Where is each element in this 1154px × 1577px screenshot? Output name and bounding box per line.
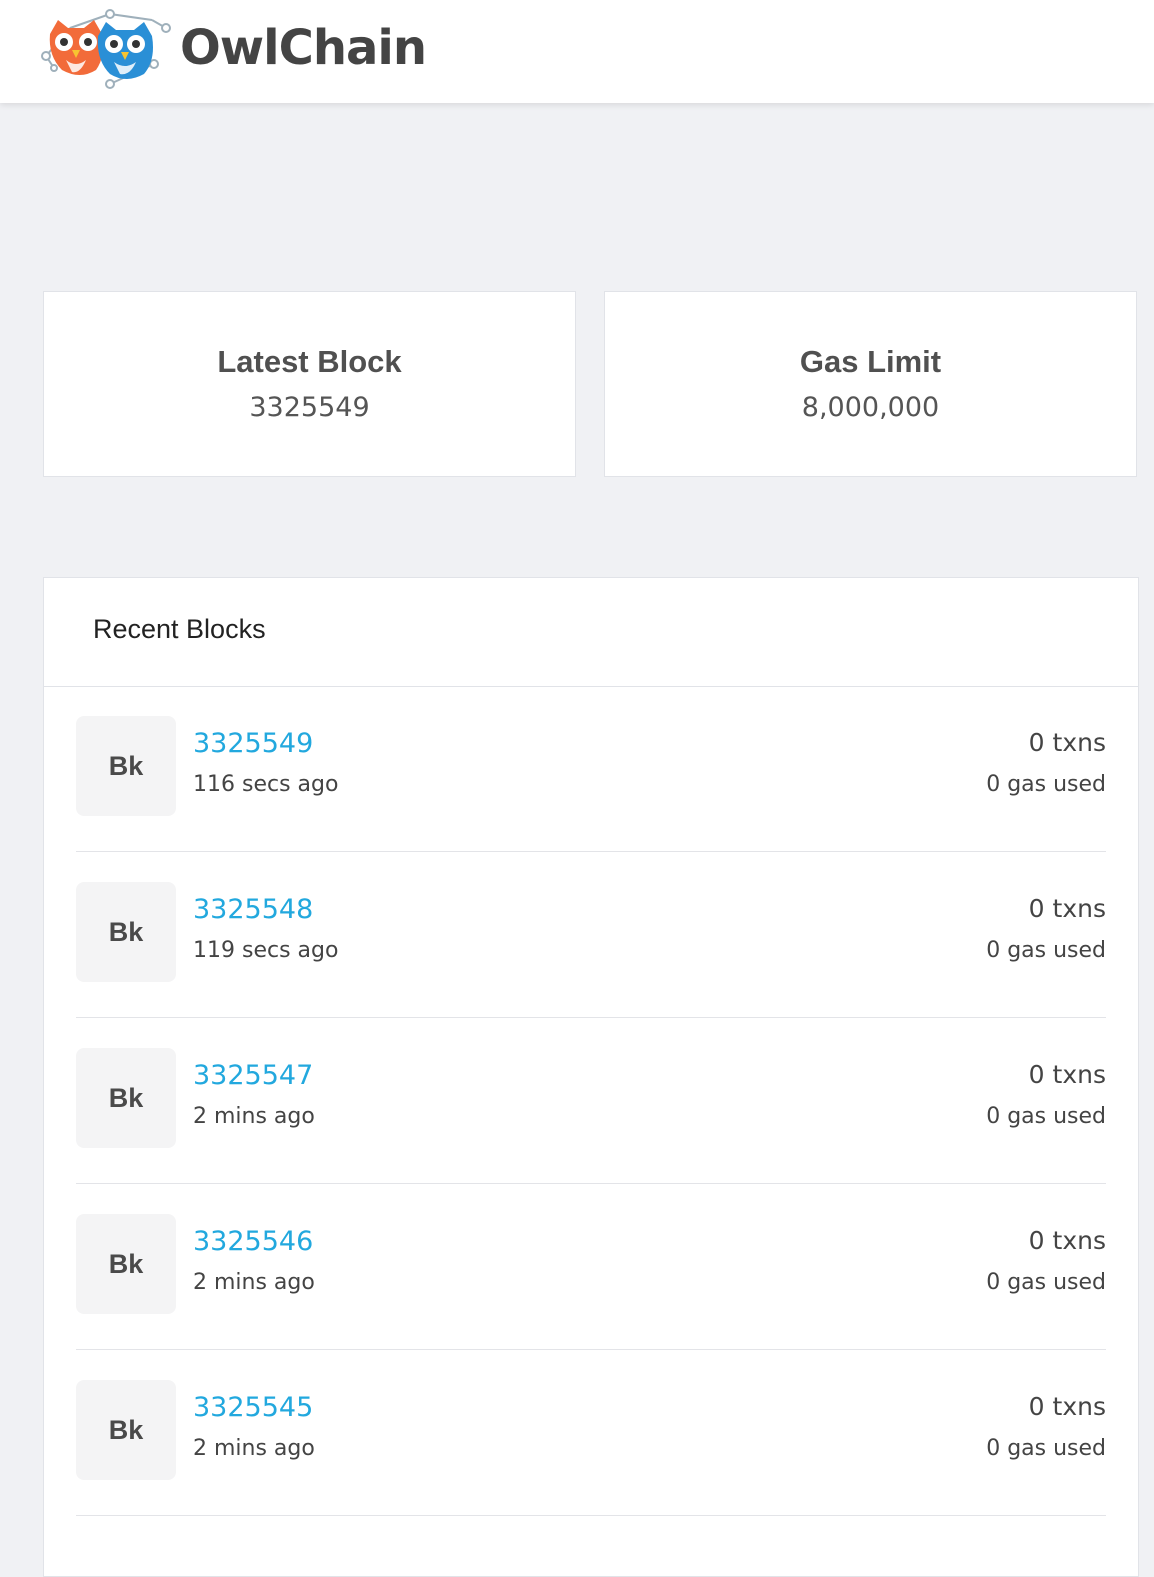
block-txn-count: 0 txns	[1028, 1392, 1106, 1421]
block-txn-count: 0 txns	[1028, 728, 1106, 757]
gas-limit-card: Gas Limit 8,000,000	[604, 291, 1137, 477]
block-age: 119 secs ago	[193, 938, 339, 963]
latest-block-card: Latest Block 3325549	[43, 291, 576, 477]
recent-blocks-title: Recent Blocks	[93, 614, 266, 644]
top-header: OwlChain	[0, 0, 1154, 103]
block-age: 116 secs ago	[193, 772, 339, 797]
block-row: Bk 3325546 2 mins ago 0 txns 0 gas used	[76, 1184, 1106, 1350]
block-age: 2 mins ago	[193, 1104, 315, 1129]
gas-limit-value: 8,000,000	[801, 392, 940, 423]
block-badge: Bk	[76, 1214, 176, 1314]
block-gas-used: 0 gas used	[986, 1436, 1106, 1461]
block-gas-used: 0 gas used	[986, 772, 1106, 797]
block-gas-used: 0 gas used	[986, 1104, 1106, 1129]
block-age: 2 mins ago	[193, 1436, 315, 1461]
block-gas-used: 0 gas used	[986, 938, 1106, 963]
block-number-link[interactable]: 3325548	[193, 894, 313, 925]
block-number-link[interactable]: 3325545	[193, 1392, 313, 1423]
block-number-link[interactable]: 3325547	[193, 1060, 313, 1091]
block-badge: Bk	[76, 1048, 176, 1148]
block-badge: Bk	[76, 882, 176, 982]
latest-block-title: Latest Block	[217, 344, 402, 379]
brand-name[interactable]: OwlChain	[180, 18, 427, 78]
block-number-link[interactable]: 3325549	[193, 728, 313, 759]
block-txn-count: 0 txns	[1028, 894, 1106, 923]
block-gas-used: 0 gas used	[986, 1270, 1106, 1295]
latest-block-value: 3325549	[249, 392, 370, 423]
block-age: 2 mins ago	[193, 1270, 315, 1295]
recent-blocks-header: Recent Blocks	[44, 578, 1138, 687]
block-row: Bk 3325549 116 secs ago 0 txns 0 gas use…	[76, 686, 1106, 852]
recent-blocks-panel: Recent Blocks Bk 3325549 116 secs ago 0 …	[43, 577, 1139, 1577]
block-txn-count: 0 txns	[1028, 1226, 1106, 1255]
block-row: Bk 3325548 119 secs ago 0 txns 0 gas use…	[76, 852, 1106, 1018]
block-badge: Bk	[76, 1380, 176, 1480]
block-number-link[interactable]: 3325546	[193, 1226, 313, 1257]
block-badge: Bk	[76, 716, 176, 816]
owl-pair-logo-icon[interactable]	[40, 6, 172, 90]
block-row: Bk 3325547 2 mins ago 0 txns 0 gas used	[76, 1018, 1106, 1184]
gas-limit-title: Gas Limit	[799, 344, 942, 379]
block-txn-count: 0 txns	[1028, 1060, 1106, 1089]
block-row: Bk 3325545 2 mins ago 0 txns 0 gas used	[76, 1350, 1106, 1516]
